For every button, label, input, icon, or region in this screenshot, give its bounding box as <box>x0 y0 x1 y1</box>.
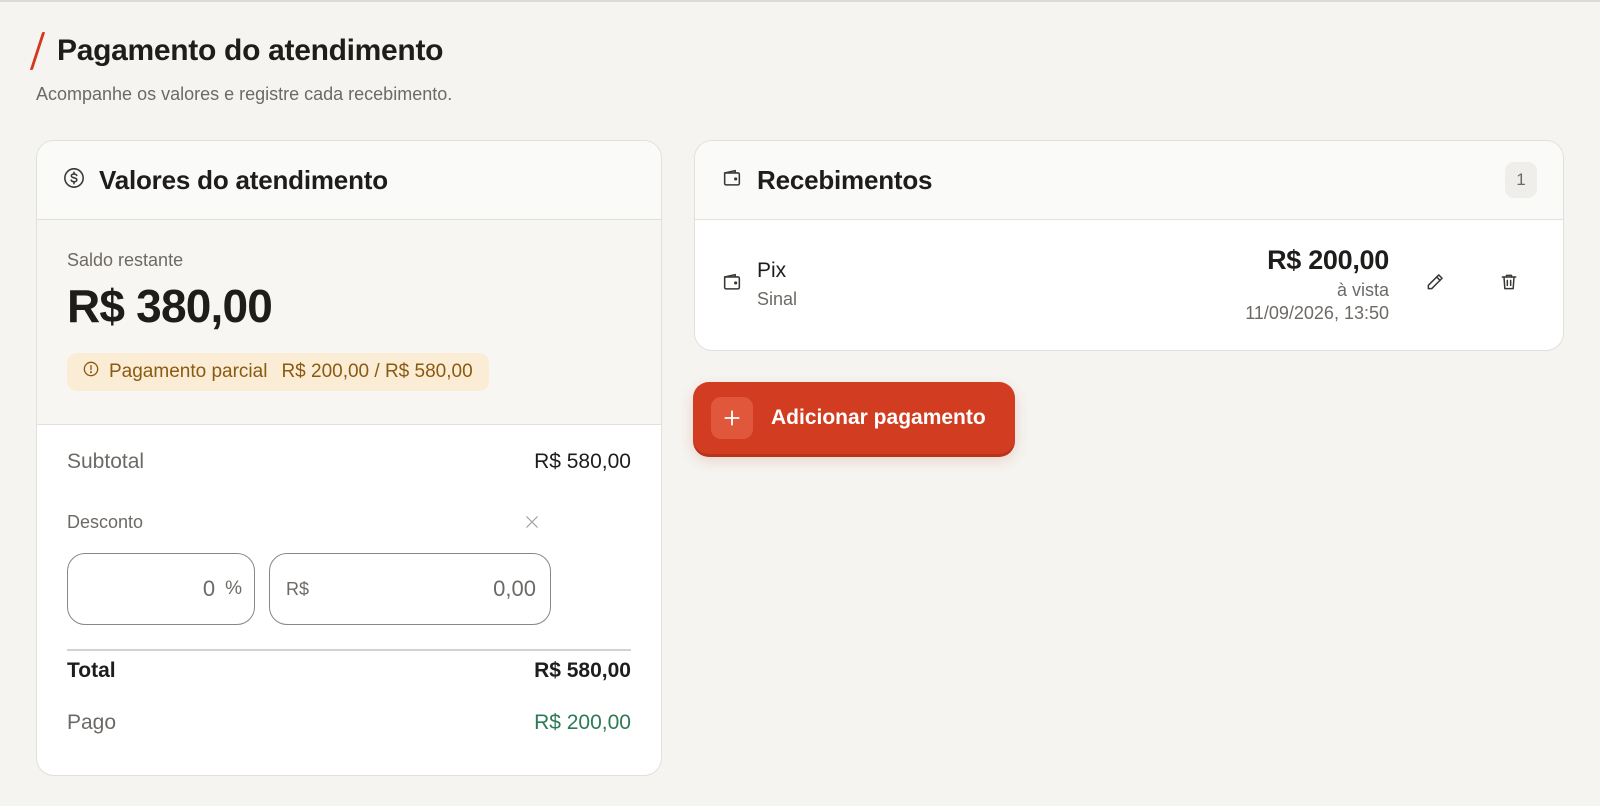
receipt-method: Pix <box>757 258 787 282</box>
wallet-icon <box>721 167 743 194</box>
partial-badge-label: Pagamento parcial <box>109 361 268 382</box>
balance-label: Saldo restante <box>67 250 184 270</box>
discount-amount-value: 0,00 <box>493 576 536 601</box>
paid-value: R$ 200,00 <box>534 710 631 734</box>
partial-badge-amount: R$ 200,00 / R$ 580,00 <box>281 361 473 382</box>
alert-circle-icon <box>83 361 99 383</box>
total-row: Total R$ 580,00 <box>67 651 631 689</box>
receipt-amount: R$ 200,00 <box>1267 244 1389 275</box>
balance-area: Saldo restante R$ 380,00 Pagamento parci… <box>37 220 661 425</box>
wallet-icon <box>721 271 743 298</box>
discount-header-row: Desconto <box>67 499 631 545</box>
receipt-amounts: R$ 200,00 à vista 11/09/2026, 13:50 <box>1245 245 1389 324</box>
receipt-type: Sinal <box>757 288 798 309</box>
add-payment-label: Adicionar pagamento <box>771 406 986 429</box>
title-row: Pagamento do atendimento <box>29 32 452 70</box>
plus-icon <box>711 397 753 439</box>
partial-payment-badge: Pagamento parcial R$ 200,00 / R$ 580,00 <box>67 353 489 391</box>
discount-percent-input[interactable]: 0 % <box>67 553 255 625</box>
values-card-title: Valores do atendimento <box>99 164 388 195</box>
receipt-terms: à vista <box>1336 279 1389 300</box>
trash-icon <box>1499 272 1519 297</box>
edit-receipt-button[interactable] <box>1415 264 1455 304</box>
balance-value: R$ 380,00 <box>67 280 273 332</box>
values-card: Valores do atendimento Saldo restante R$… <box>36 140 662 776</box>
currency-prefix: R$ <box>286 578 310 599</box>
page-header: Pagamento do atendimento Acompanhe os va… <box>29 32 453 105</box>
paid-row: Pago R$ 200,00 <box>67 689 631 757</box>
percent-unit: % <box>225 578 242 599</box>
page-title: Pagamento do atendimento <box>57 34 444 67</box>
receipt-datetime: 11/09/2026, 13:50 <box>1245 302 1389 323</box>
discount-percent-value: 0 <box>202 576 216 601</box>
title-accent-slash <box>29 32 46 70</box>
pencil-icon <box>1425 272 1445 297</box>
receipt-item: Pix Sinal R$ 200,00 à vista 11/09/2026, … <box>695 220 1563 348</box>
subtotal-row: Subtotal R$ 580,00 <box>67 425 631 499</box>
receipts-card: Recebimentos 1 Pix Sinal R$ 200,00 à vis… <box>694 140 1564 351</box>
receipt-info: Pix Sinal <box>757 259 797 310</box>
total-value: R$ 580,00 <box>534 658 631 682</box>
top-divider <box>0 0 1600 2</box>
delete-receipt-button[interactable] <box>1489 264 1529 304</box>
receipts-card-header: Recebimentos 1 <box>695 141 1563 220</box>
subtotal-label: Subtotal <box>67 450 145 473</box>
paid-label: Pago <box>67 710 117 734</box>
receipts-count-badge: 1 <box>1505 162 1537 198</box>
add-payment-button[interactable]: Adicionar pagamento <box>693 382 1015 454</box>
dollar-circle-icon <box>63 167 85 194</box>
values-breakdown: Subtotal R$ 580,00 Desconto 0 % R$ 0,00 <box>37 425 661 757</box>
page-subtitle: Acompanhe os valores e registre cada rec… <box>36 84 453 104</box>
discount-amount-input[interactable]: R$ 0,00 <box>269 553 551 625</box>
receipts-card-title: Recebimentos <box>757 164 933 195</box>
total-label: Total <box>67 658 116 682</box>
discount-inputs: 0 % R$ 0,00 <box>67 553 631 625</box>
clear-discount-icon[interactable] <box>523 513 541 531</box>
values-card-header: Valores do atendimento <box>37 141 661 220</box>
discount-label: Desconto <box>67 511 144 532</box>
subtotal-value: R$ 580,00 <box>534 450 631 473</box>
